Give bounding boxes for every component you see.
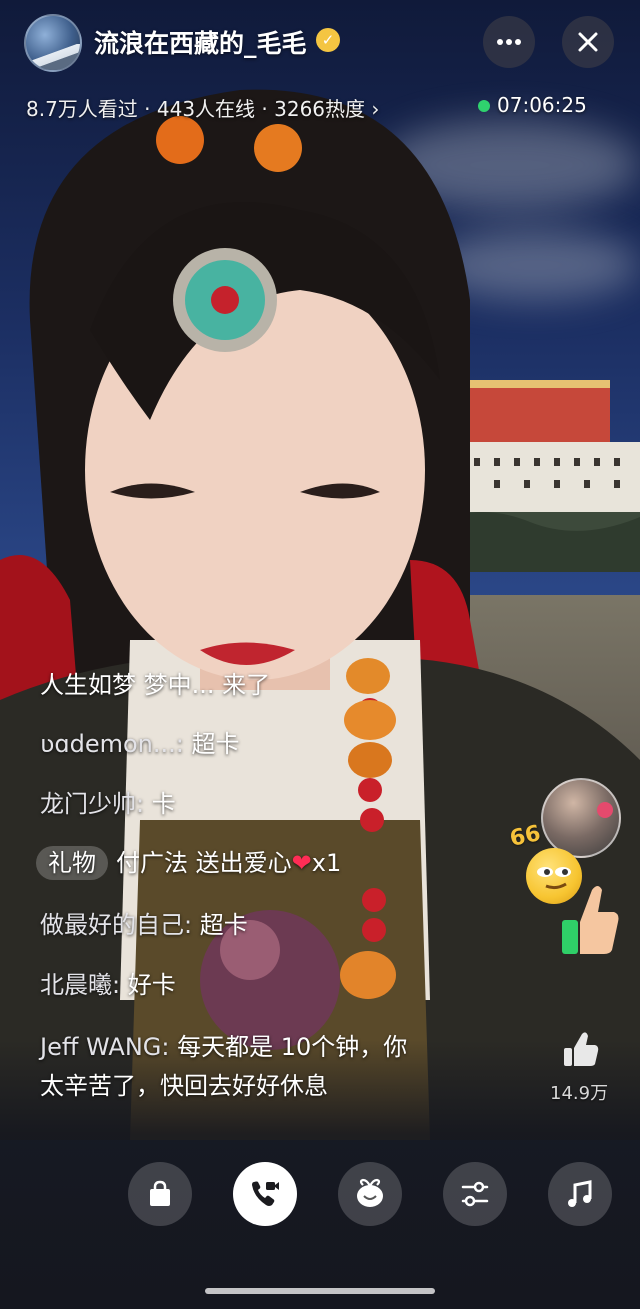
close-button[interactable] [562,16,614,68]
host-avatar[interactable] [24,14,82,72]
like-count: 14.9万 [550,1083,609,1104]
settings-button[interactable] [443,1162,507,1226]
shop-button[interactable] [128,1162,192,1226]
chat-message-text: 卡 [151,790,176,818]
music-button[interactable] [548,1162,612,1226]
gift-message: 礼物 付广法 送出爱心❤x1 [36,846,341,880]
viewer-avatar[interactable] [541,778,621,858]
shopping-bag-icon [150,1180,170,1206]
gift-icon [357,1178,383,1207]
gift-tag: 礼物 [36,846,108,880]
thumbs-up-icon [562,886,619,954]
host-name[interactable]: 流浪在西藏的_毛毛 [94,24,307,60]
chat-username[interactable]: ʋɑdemon...: [40,730,191,758]
chat-message-text: 超卡 [199,911,248,939]
chat-message: 做最好的自己: 超卡 [40,908,248,942]
like-button-icon[interactable] [560,1030,600,1070]
video-call-icon [252,1181,279,1206]
chat-message-text: 人生如梦 梦中... 来了 [40,671,271,699]
home-indicator[interactable] [205,1288,435,1294]
more-dots-icon [497,39,521,45]
gift-action: 送出爱心 [195,849,292,877]
chat-message: 龙门少帅: 卡 [40,787,176,821]
heart-icon: ❤ [291,849,312,877]
music-icon [568,1180,592,1207]
chat-message: ʋɑdemon...: 超卡 [40,727,239,761]
chat-username[interactable]: 北晨曦: [40,971,128,999]
chat-message-text: 好卡 [127,971,176,999]
video-call-button[interactable] [233,1162,297,1226]
gift-button[interactable] [338,1162,402,1226]
chat-message-continued: 太辛苦了，快回去好好休息 [40,1069,328,1103]
close-icon [578,32,598,52]
chat-message: Jeff WANG: 每天都是 10个钟，你 [40,1030,407,1064]
more-button[interactable] [483,16,535,68]
chat-username[interactable]: 做最好的自己: [40,911,200,939]
chat-username[interactable]: Jeff WANG: [40,1033,177,1061]
live-duration: 07:06:25 [497,93,587,117]
chat-message-text: 太辛苦了，快回去好好休息 [40,1072,328,1100]
gift-count: x1 [311,849,342,877]
chat-message: 北晨曦: 好卡 [40,968,176,1002]
settings-sliders-icon [461,1181,489,1207]
live-indicator-dot [478,100,490,112]
verified-badge-icon: ✓ [316,28,340,52]
chat-message: 人生如梦 梦中... 来了 [40,668,270,702]
chat-message-text: 每天都是 10个钟，你 [177,1033,408,1061]
chat-message-text: 超卡 [191,730,240,758]
gift-sender[interactable]: 付广法 [116,849,196,877]
video-background [0,0,640,1309]
live-stats[interactable]: 8.7万人看过 · 443人在线 · 3266热度 › [26,93,379,122]
chat-username[interactable]: 龙门少帅: [40,790,152,818]
